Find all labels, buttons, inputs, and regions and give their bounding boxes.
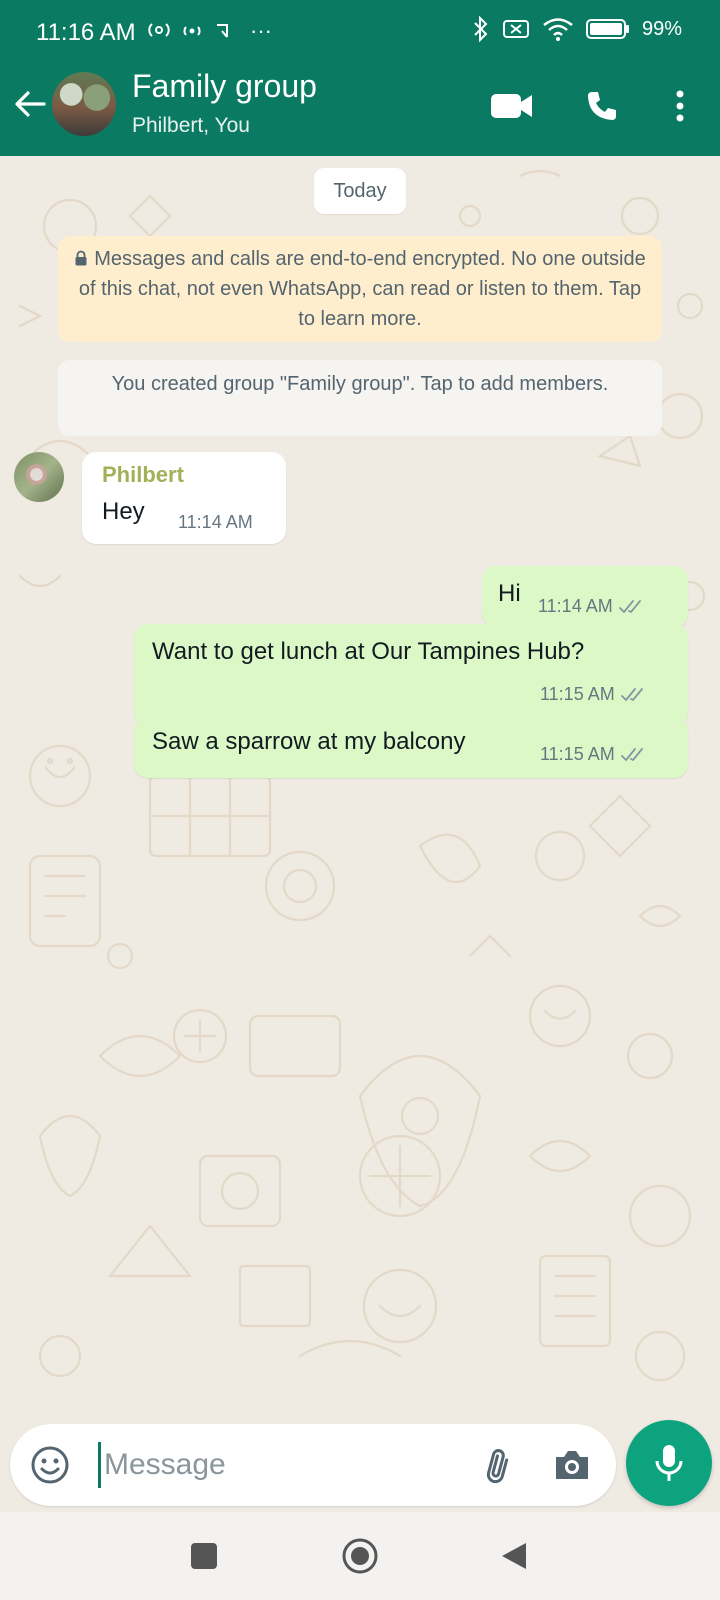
voice-message-button[interactable] (626, 1420, 712, 1506)
battery-icon (585, 19, 629, 39)
sender-avatar[interactable] (14, 452, 64, 502)
app-notification-icon (217, 24, 228, 38)
chat-app-bar: Family group Philbert, You (0, 64, 720, 156)
bluetooth-icon (474, 16, 488, 42)
status-system-icons: 99% (472, 16, 682, 42)
message-time: 11:15 AM (540, 744, 615, 764)
message-meta: 11:15 AM (540, 744, 649, 765)
system-nav-bar (0, 1512, 720, 1600)
chat-members[interactable]: Philbert, You (132, 114, 250, 138)
message-text: Hey (102, 498, 145, 525)
text-cursor (98, 1442, 101, 1488)
emoji-button[interactable] (28, 1443, 72, 1487)
voice-call-button[interactable] (578, 82, 626, 130)
nav-home-icon (342, 1538, 378, 1574)
encryption-notice-text: Messages and calls are end-to-end encryp… (78, 248, 646, 330)
more-vert-icon (676, 90, 684, 122)
more-notifications-icon: ··· (250, 18, 272, 43)
back-button[interactable] (10, 84, 50, 124)
double-check-icon (620, 747, 643, 761)
wifi-icon (543, 18, 573, 41)
status-notification-icons: ··· (148, 18, 272, 44)
nav-back-button[interactable] (490, 1532, 538, 1580)
message-bubble-incoming[interactable]: Philbert Hey 11:14 AM (82, 452, 286, 544)
sender-name[interactable]: Philbert (102, 462, 184, 488)
double-check-icon (618, 599, 641, 613)
chat-wallpaper-doodles (18, 169, 706, 1382)
date-chip: Today (314, 168, 406, 214)
message-composer (10, 1424, 616, 1506)
message-bubble-outgoing[interactable]: Hi 11:14 AM (482, 566, 688, 628)
message-time: 11:15 AM (540, 684, 615, 704)
message-bubble-outgoing[interactable]: Want to get lunch at Our Tampines Hub? 1… (134, 624, 688, 726)
voice-call-icon (588, 92, 616, 120)
chat-title[interactable]: Family group (132, 68, 317, 105)
video-call-button[interactable] (488, 82, 536, 130)
back-arrow-icon (15, 91, 46, 117)
mic-icon (655, 1445, 683, 1481)
status-time: 11:16 AM (36, 19, 136, 46)
emoji-icon (31, 1446, 69, 1484)
video-call-icon (491, 94, 532, 118)
message-input[interactable] (104, 1440, 464, 1490)
status-bar: 11:16 AM ··· 99% (0, 0, 720, 64)
camera-icon (556, 1451, 588, 1479)
top-bar: 11:16 AM ··· 99% Family group Philbert, … (0, 0, 720, 156)
nav-back-icon (502, 1543, 526, 1569)
message-text: Hi (498, 580, 521, 607)
attach-button[interactable] (476, 1443, 520, 1487)
nav-recents-button[interactable] (180, 1532, 228, 1580)
lock-icon (75, 250, 87, 266)
message-bubble-outgoing[interactable]: Saw a sparrow at my balcony 11:15 AM (134, 716, 688, 778)
system-message[interactable]: You created group "Family group". Tap to… (58, 360, 662, 436)
chat-area[interactable]: Today Messages and calls are end-to-end … (0, 156, 720, 1410)
message-time: 11:14 AM (538, 596, 613, 616)
camera-button[interactable] (550, 1443, 594, 1487)
group-avatar[interactable] (52, 72, 116, 136)
hotspot-icon (183, 26, 201, 36)
more-options-button[interactable] (656, 82, 704, 130)
message-text: Saw a sparrow at my balcony (152, 728, 466, 755)
encryption-notice[interactable]: Messages and calls are end-to-end encryp… (58, 236, 662, 342)
message-text: Want to get lunch at Our Tampines Hub? (152, 638, 585, 665)
double-check-icon (620, 687, 643, 701)
message-time: 11:14 AM (178, 512, 253, 532)
message-meta: 11:14 AM (538, 596, 647, 617)
message-meta: 11:15 AM (540, 684, 649, 705)
no-sim-icon (502, 20, 529, 38)
paperclip-icon (486, 1449, 509, 1484)
nav-home-button[interactable] (336, 1532, 384, 1580)
battery-percent: 99% (641, 17, 682, 40)
nav-recents-icon (191, 1543, 217, 1569)
sim-signal-icon (148, 23, 170, 37)
